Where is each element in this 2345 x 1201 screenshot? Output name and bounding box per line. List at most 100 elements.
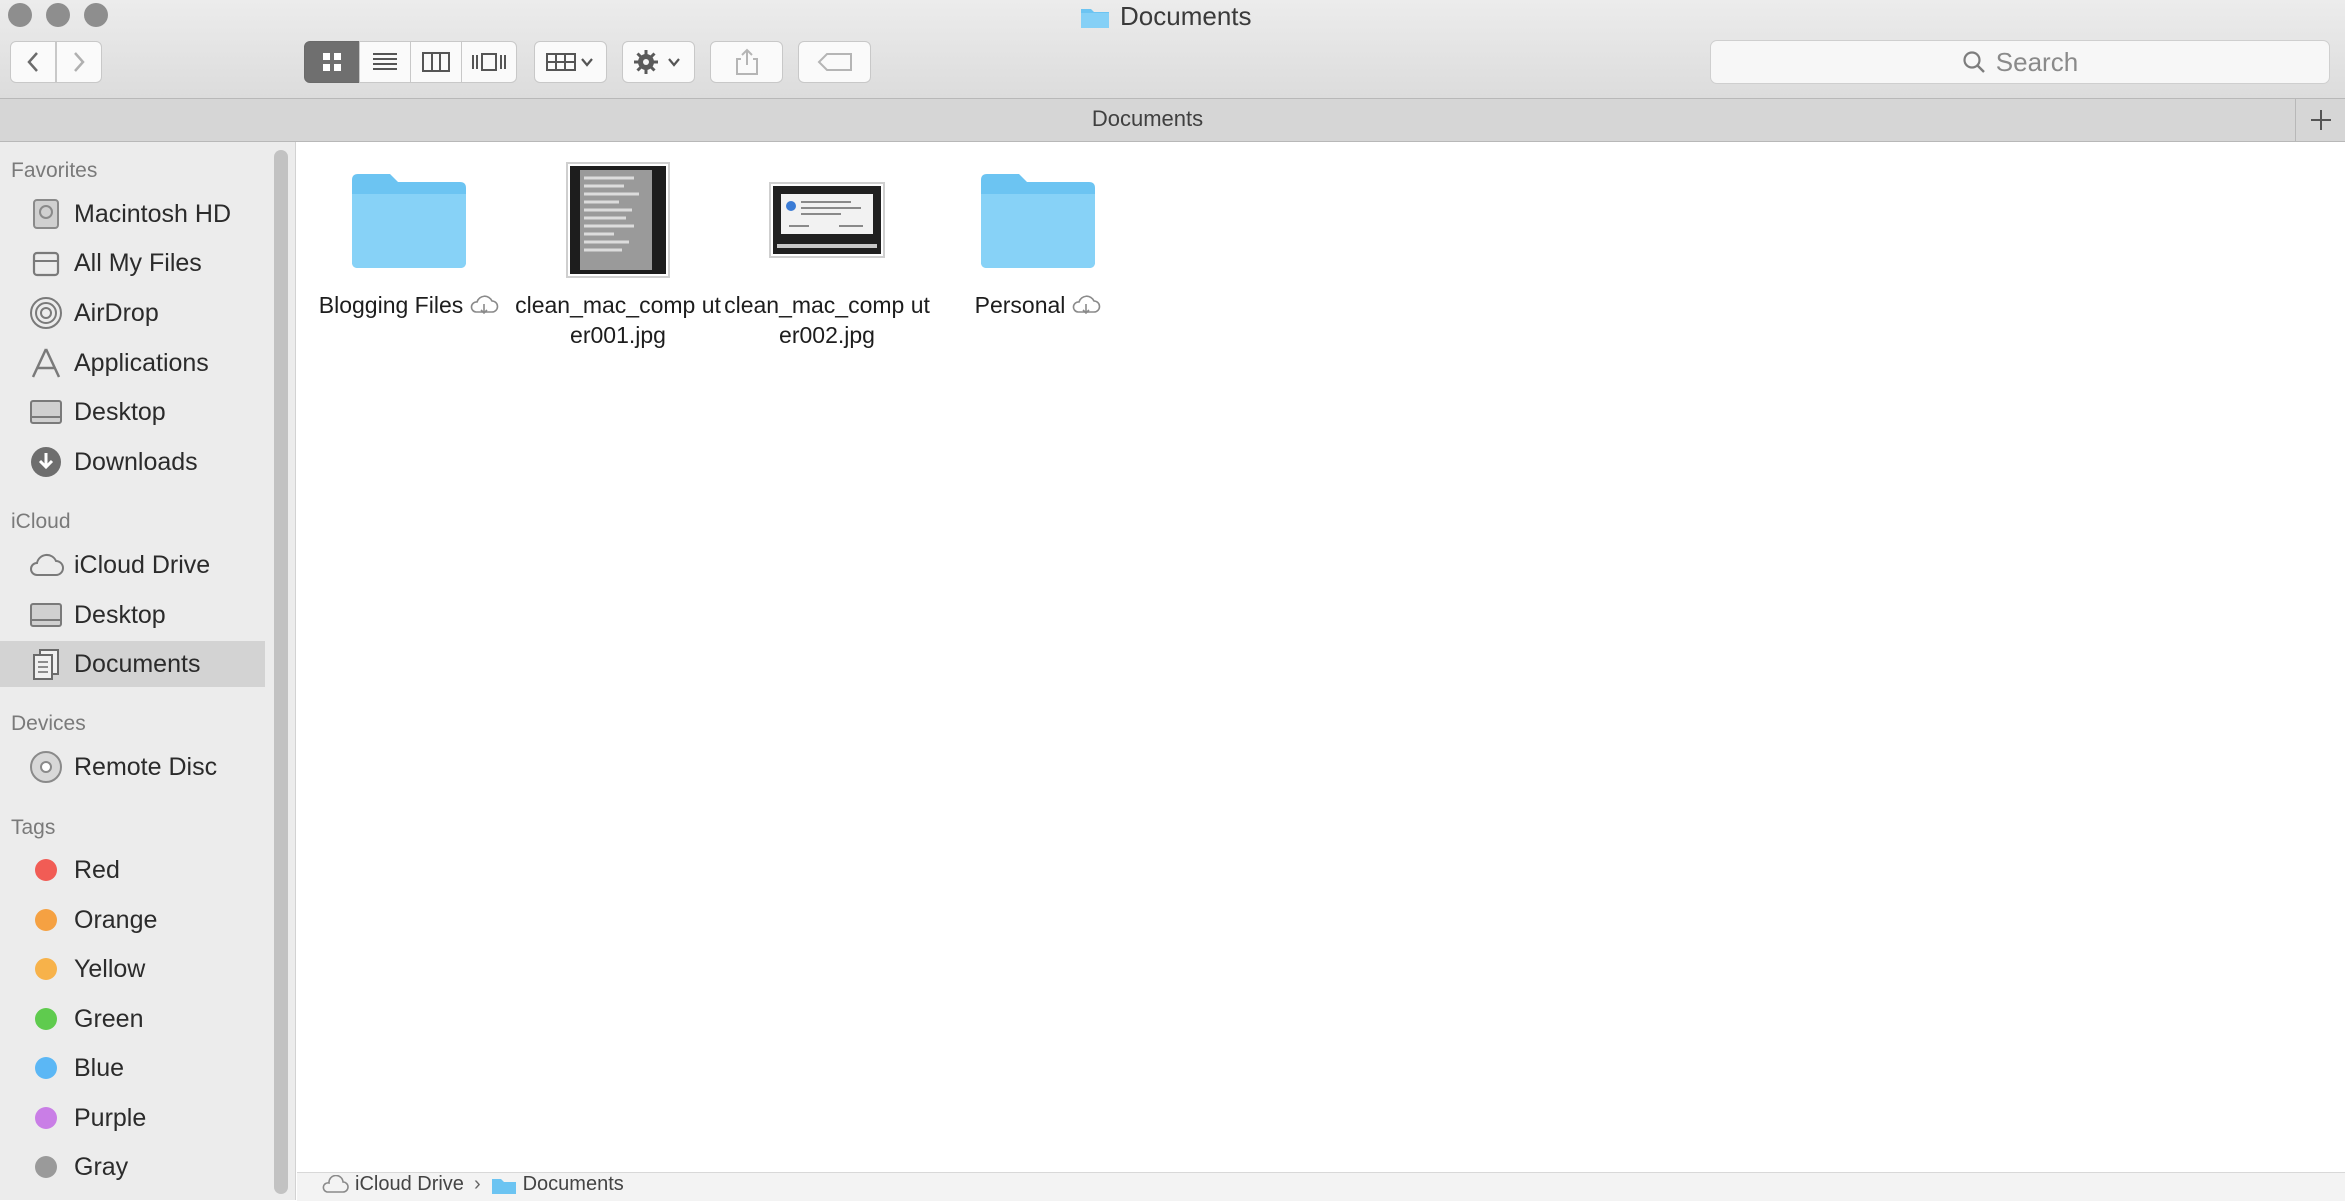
back-button[interactable] <box>10 41 56 83</box>
cloud-icon <box>322 1174 349 1193</box>
sidebar-section-tags: Tags <box>11 816 56 839</box>
sidebar-item-all-my-files[interactable]: All My Files <box>0 240 265 286</box>
sidebar-item-label: Desktop <box>74 397 166 426</box>
new-tab-button[interactable] <box>2295 99 2345 141</box>
sidebar-item-airdrop[interactable]: AirDrop <box>0 290 265 336</box>
search-field[interactable]: Search <box>1710 40 2330 84</box>
path-segment-label: Documents <box>522 1173 624 1195</box>
disc-icon <box>28 749 64 785</box>
image-thumbnail <box>513 160 723 280</box>
path-segment-documents[interactable]: Documents <box>491 1173 624 1196</box>
sidebar-item-remote-disc[interactable]: Remote Disc <box>0 744 265 790</box>
sidebar-item-icloud-desktop[interactable]: Desktop <box>0 592 265 638</box>
search-placeholder: Search <box>1995 46 2079 77</box>
tag-icon <box>817 53 852 71</box>
window-title-text: Documents <box>1120 1 1252 31</box>
list-view-button[interactable] <box>359 41 411 83</box>
sidebar-item-label: Red <box>74 855 120 884</box>
tag-dot-icon <box>28 1149 64 1185</box>
tag-dot-icon <box>28 902 64 938</box>
file-item-personal[interactable]: Personal <box>933 160 1143 320</box>
folder-icon <box>1081 9 1109 28</box>
sidebar-item-label: Macintosh HD <box>74 199 231 228</box>
sidebar-item-icloud-drive[interactable]: iCloud Drive <box>0 542 265 588</box>
window-title: Documents <box>1080 0 1252 34</box>
tags-button[interactable] <box>798 41 871 83</box>
file-item-clean-mac-computer001[interactable]: clean_mac_comp uter001.jpg <box>513 160 723 350</box>
column-view-button[interactable] <box>410 41 462 83</box>
sidebar-item-label: iCloud Drive <box>74 550 211 579</box>
path-segment-icloud-drive[interactable]: iCloud Drive <box>321 1173 464 1196</box>
sidebar-item-label: Orange <box>74 905 158 934</box>
desktop-icon <box>28 394 64 430</box>
close-window-button[interactable] <box>8 3 32 27</box>
chevron-left-icon <box>27 52 38 72</box>
share-icon <box>735 48 758 75</box>
action-button[interactable] <box>622 41 695 83</box>
search-icon <box>1963 51 1985 73</box>
columns-icon <box>422 52 450 72</box>
path-bar: iCloud Drive › Documents <box>297 1172 2345 1201</box>
sidebar-item-label: All My Files <box>74 248 202 277</box>
icon-grid-icon <box>323 53 341 71</box>
applications-icon <box>28 345 64 381</box>
sidebar-item-label: Green <box>74 1004 144 1033</box>
file-item-clean-mac-computer002[interactable]: clean_mac_comp uter002.jpg <box>722 160 932 350</box>
file-item-blogging-files[interactable]: Blogging Files <box>304 160 514 320</box>
list-icon <box>373 53 397 70</box>
chevron-right-icon <box>74 52 85 72</box>
sidebar-item-label: AirDrop <box>74 298 159 327</box>
sidebar-tag-green[interactable]: Green <box>0 996 265 1042</box>
sidebar-item-label: Applications <box>74 348 209 377</box>
sidebar-item-label: Remote Disc <box>74 752 218 781</box>
path-segment-label: iCloud Drive <box>355 1173 464 1195</box>
documents-icon <box>28 646 64 682</box>
sidebar-tag-red[interactable]: Red <box>0 847 265 893</box>
sidebar-tag-yellow[interactable]: Yellow <box>0 946 265 992</box>
icon-view-button[interactable] <box>304 41 360 83</box>
sidebar-item-label: Desktop <box>74 600 166 629</box>
desktop-icon <box>28 597 64 633</box>
sidebar-scrollbar[interactable] <box>274 150 288 1194</box>
tag-dot-icon <box>28 1100 64 1136</box>
cloud-download-icon[interactable] <box>469 294 499 316</box>
zoom-window-button[interactable] <box>84 3 108 27</box>
tag-dot-icon <box>28 1001 64 1037</box>
arrange-button[interactable] <box>534 41 607 83</box>
sidebar-item-desktop[interactable]: Desktop <box>0 389 265 435</box>
sidebar-tag-purple[interactable]: Purple <box>0 1095 265 1141</box>
minimize-window-button[interactable] <box>46 3 70 27</box>
folder-icon <box>933 160 1143 280</box>
cover-flow-icon <box>472 53 506 71</box>
all-files-icon <box>28 245 64 281</box>
sidebar-item-documents[interactable]: Documents <box>0 641 265 687</box>
forward-button[interactable] <box>56 41 102 83</box>
sidebar-section-favorites: Favorites <box>11 159 98 182</box>
tag-dot-icon <box>28 951 64 987</box>
sidebar-item-applications[interactable]: Applications <box>0 340 265 386</box>
sidebar-item-label: Yellow <box>74 954 146 983</box>
cloud-icon <box>28 547 64 583</box>
sidebar-section-devices: Devices <box>11 712 86 735</box>
sidebar-item-label: Blue <box>74 1053 125 1082</box>
sidebar-item-macintosh-hd[interactable]: Macintosh HD <box>0 191 265 237</box>
sidebar-tag-gray[interactable]: Gray <box>0 1144 265 1190</box>
sidebar-tag-blue[interactable]: Blue <box>0 1045 265 1091</box>
cover-flow-view-button[interactable] <box>461 41 517 83</box>
gear-icon <box>633 50 680 74</box>
cloud-download-icon[interactable] <box>1071 294 1101 316</box>
tag-dot-icon <box>28 1050 64 1086</box>
file-name: Blogging Files <box>318 292 464 318</box>
folder-icon <box>304 160 514 280</box>
arrange-grid-icon <box>545 53 593 71</box>
share-button[interactable] <box>710 41 783 83</box>
sidebar-item-label: Documents <box>74 649 201 678</box>
chevron-right-icon: › <box>473 1173 481 1195</box>
sidebar-tag-orange[interactable]: Orange <box>0 897 265 943</box>
sidebar-item-downloads[interactable]: Downloads <box>0 439 265 485</box>
downloads-icon <box>28 444 64 480</box>
tab-documents[interactable]: Documents <box>0 106 2295 132</box>
hard-drive-icon <box>28 196 64 232</box>
sidebar-item-label: Purple <box>74 1103 147 1132</box>
tag-dot-icon <box>28 852 64 888</box>
